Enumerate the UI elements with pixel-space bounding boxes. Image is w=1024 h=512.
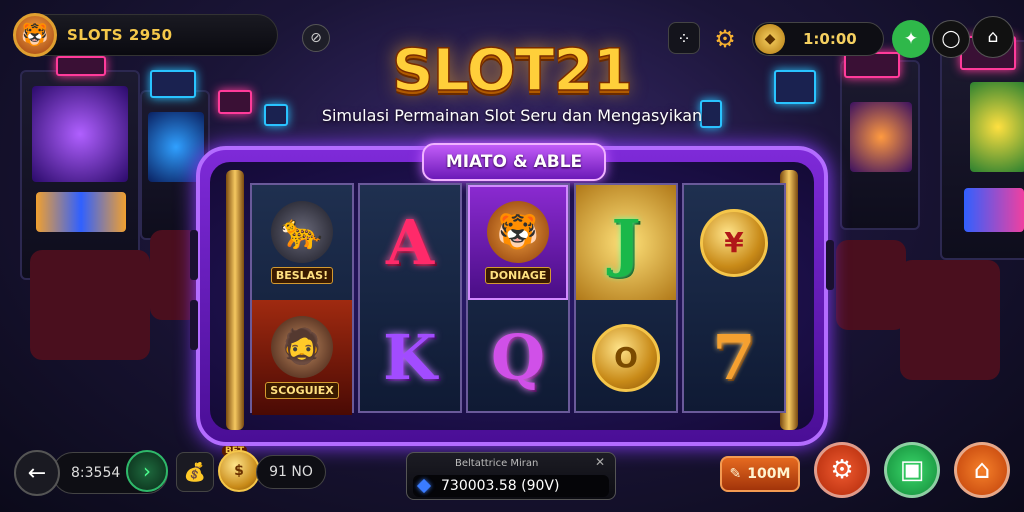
player-balance-pill[interactable]: 🐯 SLOTS 2950 xyxy=(13,13,278,57)
grid-icon[interactable]: ⁘ xyxy=(668,22,700,54)
bet-value: 8:3554 xyxy=(71,465,121,481)
symbol-letter: K xyxy=(360,300,460,415)
ticket-small-icon: ✎ xyxy=(729,466,742,482)
spin-bet-label: 100M xyxy=(747,466,791,482)
symbol-letter: 7 xyxy=(684,300,784,415)
symbol-panther: 🐆 BESLAS! xyxy=(252,185,352,300)
symbol-letter: J xyxy=(576,185,676,300)
coin-bag-icon[interactable]: 💰 xyxy=(176,452,214,492)
symbol-letter: A xyxy=(360,185,460,300)
reel-3: 🐯 DONIAGE Q xyxy=(466,183,570,413)
arcade-chair xyxy=(836,240,906,330)
reel-1: 🐆 BESLAS! 🧔 SCOGUIEX xyxy=(250,183,354,415)
side-knob xyxy=(190,230,198,280)
symbol-a: A xyxy=(385,205,435,279)
symbol-j: J xyxy=(611,205,641,279)
neon-sign xyxy=(56,56,106,76)
gold-ring-icon: O xyxy=(592,323,660,392)
symbol-seven: 7 xyxy=(712,320,756,394)
symbol-letter: Q xyxy=(468,300,568,415)
arcade-chair xyxy=(30,250,150,360)
symbol-label: SCOGUIEX xyxy=(265,382,339,399)
spin-bet-button[interactable]: ✎ 100M xyxy=(720,456,800,492)
gold-pillar-left xyxy=(226,170,244,430)
side-knob xyxy=(826,240,834,290)
arcade-machine xyxy=(20,70,140,280)
arrow-left-icon[interactable]: ← xyxy=(14,450,60,496)
neon-sign xyxy=(150,70,196,98)
balance-text: SLOTS 2950 xyxy=(67,26,173,44)
reel-5: ¥ 7 xyxy=(682,183,786,413)
reel-2: A K xyxy=(358,183,462,413)
arcade-machine xyxy=(940,40,1024,260)
reel-4: J O xyxy=(574,183,678,413)
gold-coin-icon: ¥ xyxy=(700,208,768,277)
info-value: 730003.58 (90V) xyxy=(441,478,560,494)
symbol-label: DONIAGE xyxy=(484,267,552,284)
balance-info-panel: Beltattrice Miran ✕ 730003.58 (90V) xyxy=(406,452,616,500)
arcade-chair xyxy=(900,260,1000,380)
symbol-k: K xyxy=(383,320,437,394)
home-icon[interactable]: ⌂ xyxy=(972,16,1014,58)
win-value: 91 NO xyxy=(256,455,326,489)
coin-icon: ◆ xyxy=(755,24,785,54)
timer-text: 1:0:00 xyxy=(803,30,857,48)
game-subtitle: Simulasi Permainan Slot Seru dan Mengasy… xyxy=(321,106,703,125)
gear-icon[interactable]: ⚙ xyxy=(814,442,870,498)
symbol-label: BESLAS! xyxy=(270,267,334,284)
man-hat-icon: 🧔 xyxy=(271,316,333,378)
neon-sign xyxy=(264,104,288,126)
close-icon[interactable]: ✕ xyxy=(595,455,605,469)
gear-icon[interactable]: ⚙ xyxy=(706,20,744,58)
gem-icon xyxy=(416,478,432,494)
info-title: Beltattrice Miran xyxy=(455,458,539,469)
gold-coin-icon[interactable]: $ xyxy=(218,450,260,492)
info-value-row: 730003.58 (90V) xyxy=(413,475,609,497)
bell-icon[interactable]: ✦ xyxy=(892,20,930,58)
symbol-coin: O xyxy=(576,300,676,415)
home-icon[interactable]: ⌂ xyxy=(954,442,1010,498)
symbol-q: Q xyxy=(490,320,545,394)
compass-icon[interactable]: ⊘ xyxy=(302,24,330,52)
panther-icon: 🐆 xyxy=(271,201,333,263)
symbol-coin: ¥ xyxy=(684,185,784,300)
game-logo: SLOT21 xyxy=(391,35,634,105)
camera-icon[interactable]: ◯ xyxy=(932,20,970,58)
tiger-icon: 🐯 xyxy=(487,201,549,263)
tiger-avatar-icon[interactable]: 🐯 xyxy=(13,13,57,57)
reel-title: MIATO & ABLE xyxy=(422,143,606,181)
chevron-right-icon[interactable]: › xyxy=(126,450,168,492)
neon-sign xyxy=(218,90,252,114)
timer-pill: ◆ 1:0:00 xyxy=(752,22,884,56)
neon-sign xyxy=(774,70,816,104)
ticket-icon[interactable]: ▣ xyxy=(884,442,940,498)
arcade-machine xyxy=(840,60,920,230)
side-knob xyxy=(190,300,198,350)
symbol-tiger: 🐯 DONIAGE xyxy=(468,185,568,300)
symbol-man: 🧔 SCOGUIEX xyxy=(252,300,352,415)
